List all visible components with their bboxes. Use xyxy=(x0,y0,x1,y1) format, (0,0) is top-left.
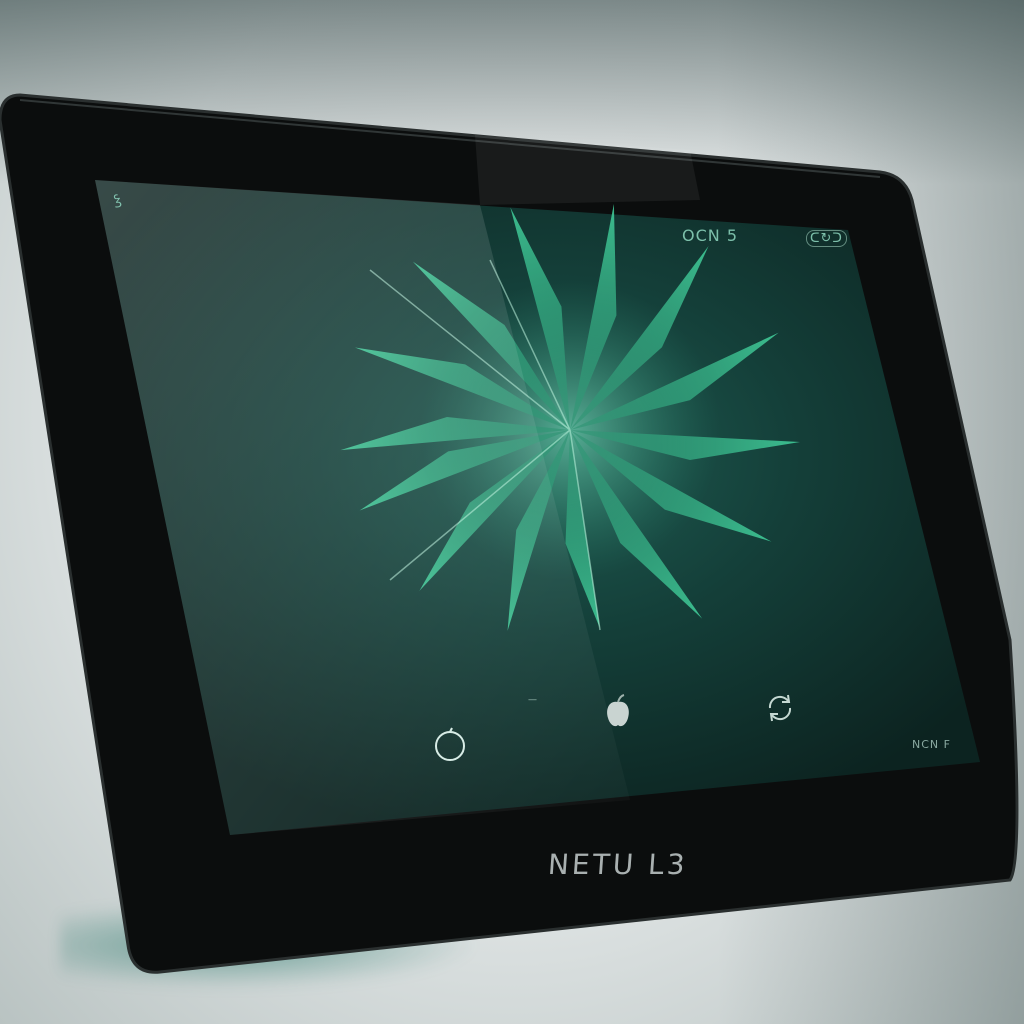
status-bar-center: OCN 5 xyxy=(682,226,738,245)
brand-label: NETU L3 xyxy=(546,848,689,881)
screen-footer-text: NCN F xyxy=(912,738,951,751)
tablet-device xyxy=(0,93,1019,974)
sync-icon[interactable] xyxy=(762,690,798,726)
dock-separator: — xyxy=(528,695,538,705)
circle-icon[interactable] xyxy=(430,726,470,766)
status-bar-right: ᑕ↻ᑐ xyxy=(806,230,847,247)
apple-icon[interactable] xyxy=(600,692,636,732)
